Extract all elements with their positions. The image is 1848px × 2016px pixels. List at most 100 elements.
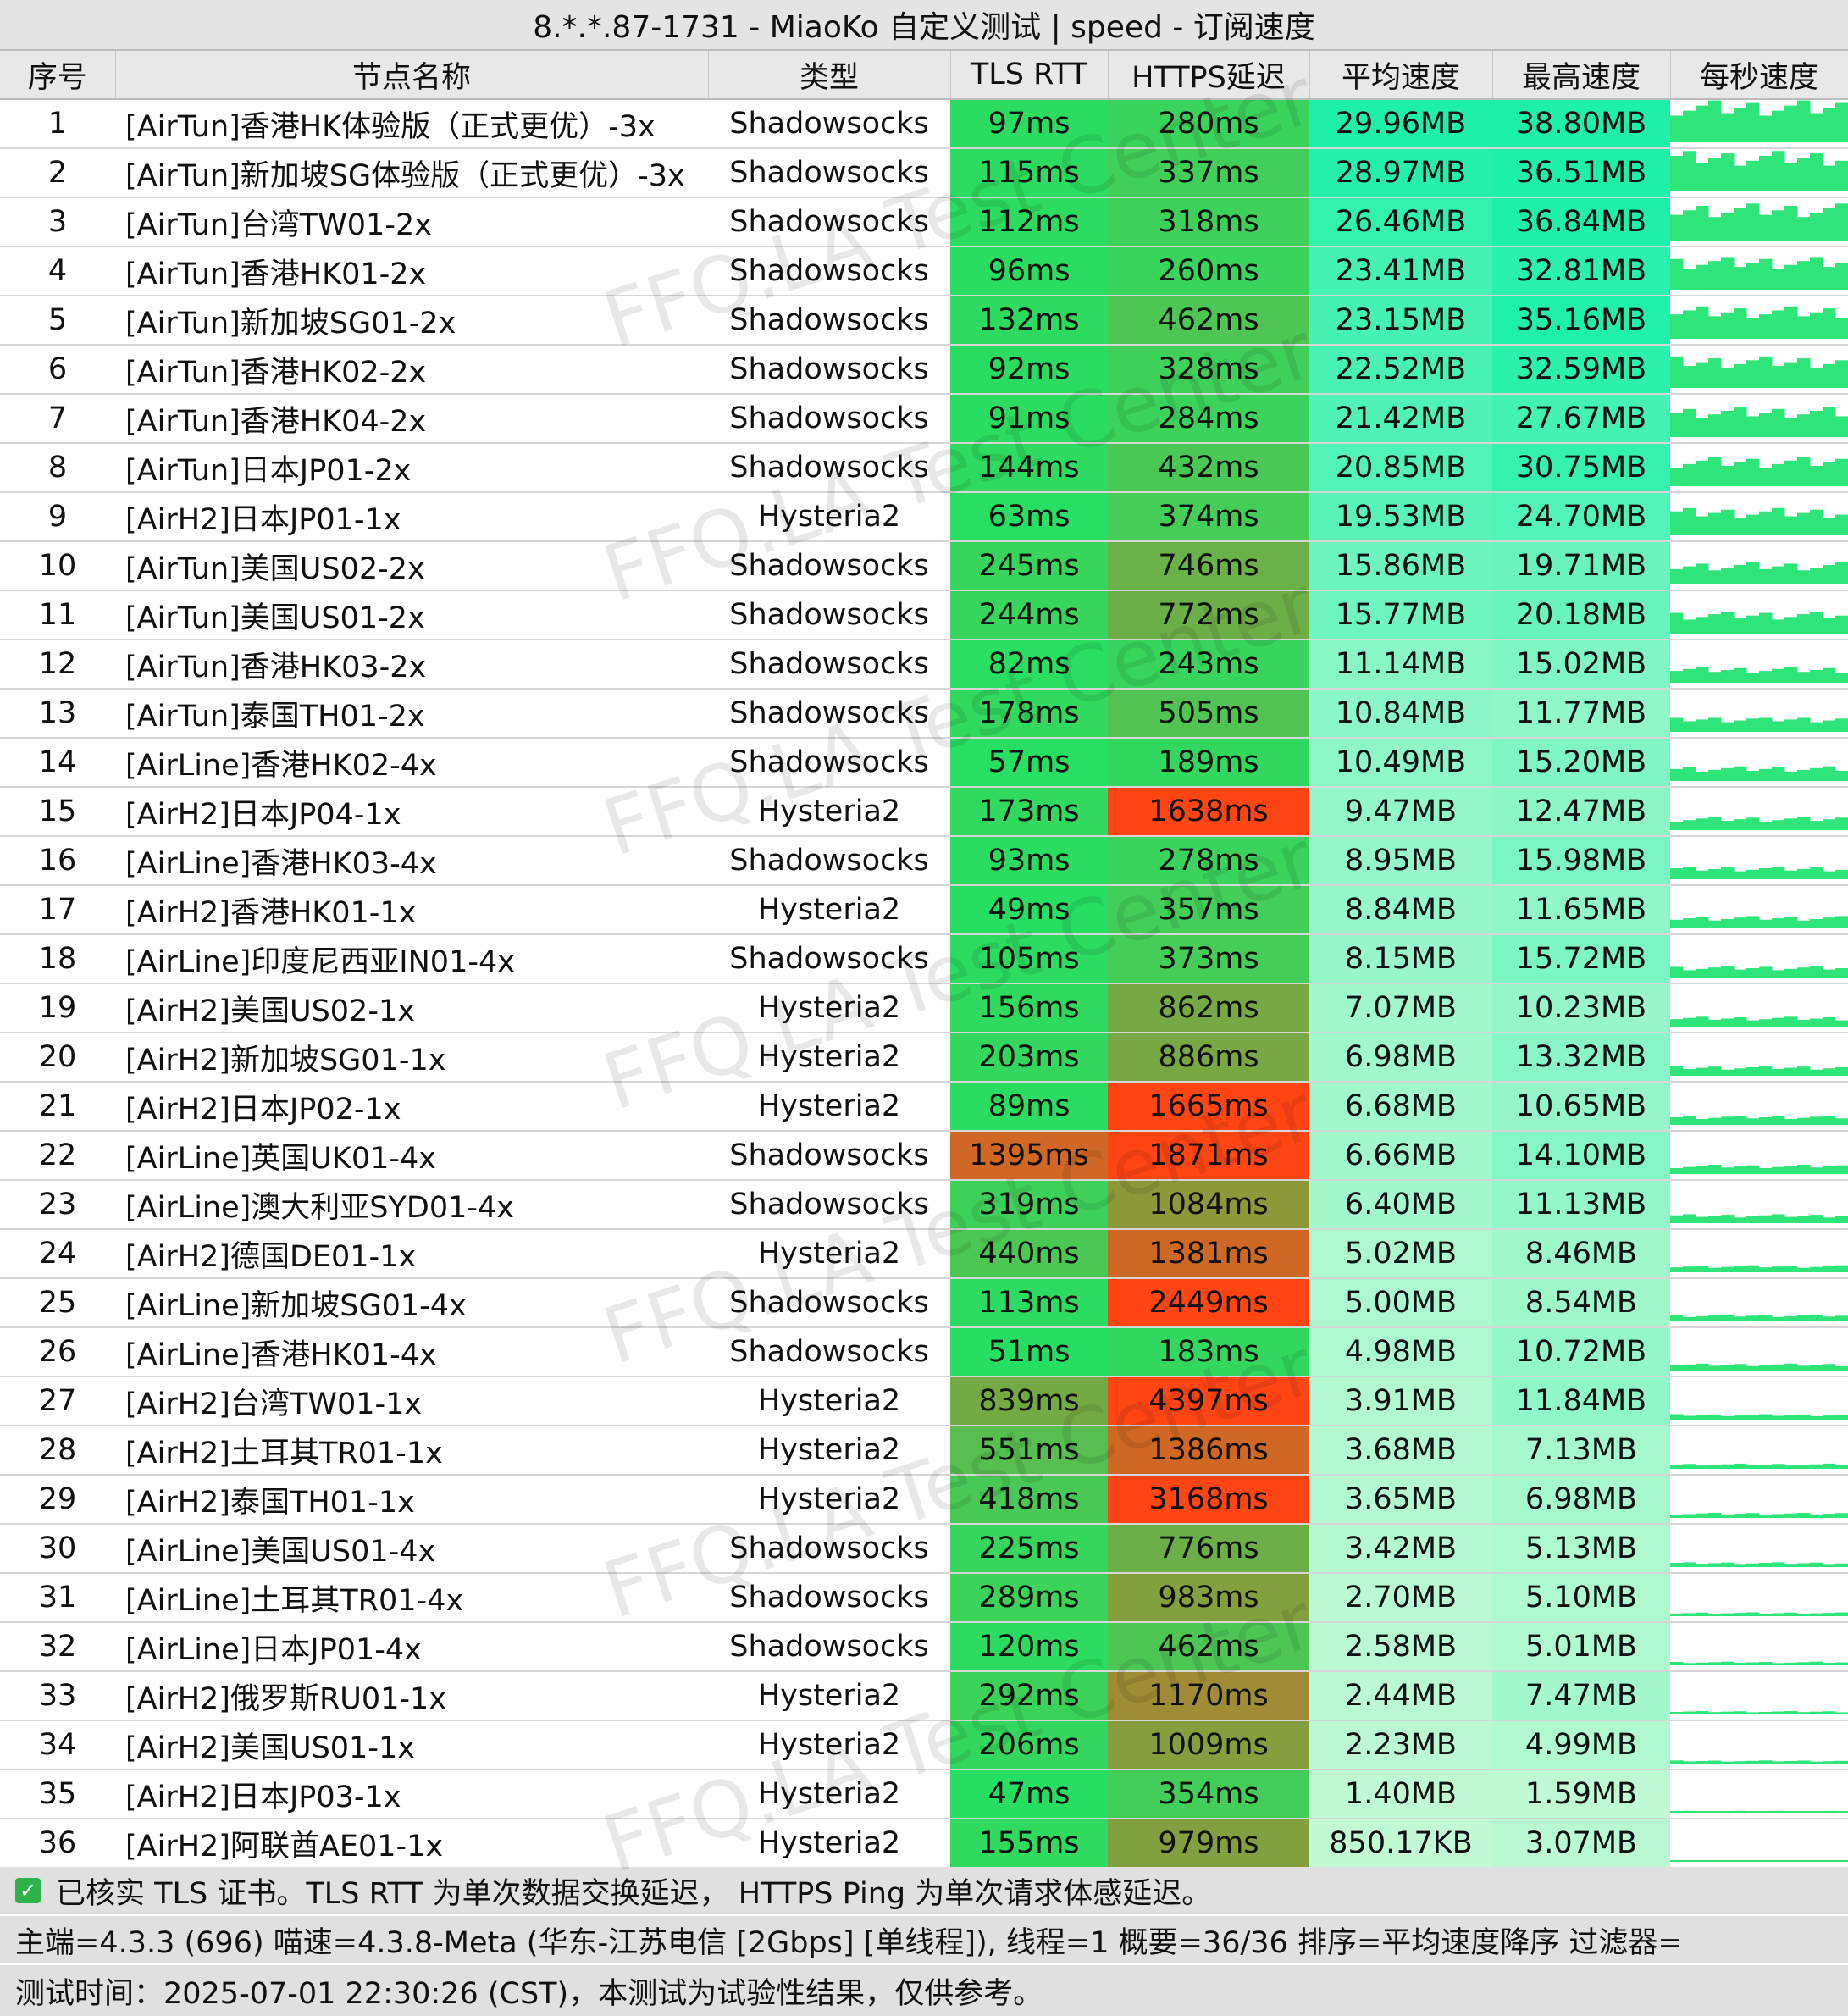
speed-sample-bar (1734, 1663, 1747, 1665)
speed-sample-bar (1823, 1415, 1836, 1420)
table-row[interactable]: 8 [AirTun]日本JP01-2x Shadowsocks 144ms 432ms 2… (0, 443, 1848, 493)
index-cell: 35 (0, 1770, 115, 1819)
avg-speed-cell: 2.58MB (1309, 1622, 1492, 1672)
table-row[interactable]: 13 [AirTun]泰国TH01-2x Shadowsocks 178ms 505ms… (0, 689, 1848, 739)
table-row[interactable]: 15 [AirH2]日本JP04-1x Hysteria2 173ms 1638ms 9.… (0, 787, 1848, 837)
table-row[interactable]: 2 [AirTun]新加坡SG体验版（正式更优）-3x Shadowsocks 115… (0, 148, 1848, 198)
header-per-second-speed[interactable]: 每秒速度 (1670, 51, 1848, 100)
speed-sparkline (1670, 1720, 1848, 1770)
node-name-cell: [AirTun]香港HK01-2x (115, 246, 708, 296)
table-row[interactable]: 19 [AirH2]美国US02-1x Hysteria2 156ms 862ms 7.0… (0, 983, 1848, 1033)
speed-sample-bar (1683, 1562, 1696, 1567)
header-index[interactable]: 序号 (0, 51, 116, 100)
speed-sample-bar (1746, 968, 1760, 978)
index-cell: 20 (0, 1033, 115, 1083)
table-row[interactable]: 16 [AirLine]香港HK03-4x Shadowsocks 93ms 278ms… (0, 836, 1848, 886)
speed-sample-bar (1734, 1415, 1747, 1420)
speed-sample-bar (1696, 667, 1709, 683)
speed-sample-bar (1772, 970, 1785, 978)
table-row[interactable]: 12 [AirTun]香港HK03-2x Shadowsocks 82ms 243ms 1… (0, 640, 1848, 690)
speed-sample-bar (1835, 916, 1848, 928)
table-row[interactable]: 33 [AirH2]俄罗斯RU01-1x Hysteria2 292ms 1170ms 2… (0, 1671, 1848, 1721)
table-row[interactable]: 11 [AirTun]美国US01-2x Shadowsocks 244ms 772ms… (0, 590, 1848, 640)
node-name-cell: [AirLine]印度尼西亚IN01-4x (115, 934, 708, 984)
speed-sample-bar (1835, 1216, 1848, 1223)
table-row[interactable]: 25 [AirLine]新加坡SG01-4x Shadowsocks 113ms 244… (0, 1278, 1848, 1328)
type-cell: Hysteria2 (708, 1819, 950, 1869)
https-delay-cell: 2449ms (1108, 1278, 1309, 1328)
https-delay-cell: 318ms (1108, 197, 1309, 247)
table-row[interactable]: 21 [AirH2]日本JP02-1x Hysteria2 89ms 1665ms 6.6… (0, 1082, 1848, 1132)
speed-sample-bar (1823, 1514, 1836, 1518)
speed-sample-bar (1810, 568, 1823, 584)
speed-sample-bar (1708, 1860, 1722, 1862)
speed-sample-bar (1670, 156, 1684, 191)
speed-sample-bar (1759, 1414, 1773, 1420)
speed-sample-bar (1696, 1016, 1709, 1027)
tls-rtt-cell: 319ms (950, 1180, 1108, 1230)
speed-sample-bar (1670, 1760, 1684, 1764)
table-row[interactable]: 28 [AirH2]土耳其TR01-1x Hysteria2 551ms 1386ms 3… (0, 1426, 1848, 1476)
table-row[interactable]: 26 [AirLine]香港HK01-4x Shadowsocks 51ms 183ms… (0, 1327, 1848, 1377)
max-speed-cell: 5.01MB (1492, 1622, 1670, 1672)
speed-sparkline (1670, 443, 1848, 493)
table-row[interactable]: 24 [AirH2]德国DE01-1x Hysteria2 440ms 1381ms 5.… (0, 1229, 1848, 1279)
table-row[interactable]: 22 [AirLine]英国UK01-4x Shadowsocks 1395ms 187… (0, 1131, 1848, 1181)
speed-sparkline (1670, 541, 1848, 591)
header-type[interactable]: 类型 (708, 51, 951, 100)
header-node-name[interactable]: 节点名称 (115, 51, 709, 100)
speed-sample-bar (1797, 1267, 1811, 1272)
table-row[interactable]: 18 [AirLine]印度尼西亚IN01-4x Shadowsocks 105ms 3… (0, 934, 1848, 984)
speed-sample-bar (1823, 208, 1836, 241)
table-row[interactable]: 1 [AirTun]香港HK体验版（正式更优）-3x Shadowsocks 97ms… (0, 99, 1848, 149)
table-row[interactable]: 32 [AirLine]日本JP01-4x Shadowsocks 120ms 462m… (0, 1622, 1848, 1672)
speed-sample-bar (1708, 100, 1722, 142)
header-max-speed[interactable]: 最高速度 (1492, 51, 1671, 100)
table-row[interactable]: 5 [AirTun]新加坡SG01-2x Shadowsocks 132ms 462ms… (0, 296, 1848, 346)
header-tls-rtt[interactable]: TLS RTT (950, 51, 1109, 100)
table-row[interactable]: 36 [AirH2]阿联酋AE01-1x Hysteria2 155ms 979ms 85… (0, 1819, 1848, 1869)
speed-sample-bar (1721, 1811, 1735, 1813)
speed-sample-bar (1759, 966, 1773, 978)
speed-sample-bar (1746, 1020, 1760, 1027)
table-row[interactable]: 3 [AirTun]台湾TW01-2x Shadowsocks 112ms 318ms 2… (0, 197, 1848, 247)
speed-sample-bar (1759, 511, 1773, 535)
speed-sample-bar (1810, 1116, 1823, 1125)
table-row[interactable]: 20 [AirH2]新加坡SG01-1x Hysteria2 203ms 886ms 6.… (0, 1033, 1848, 1083)
speed-sample-bar (1683, 1017, 1696, 1027)
speed-sample-bar (1772, 1562, 1785, 1567)
table-row[interactable]: 34 [AirH2]美国US01-1x Hysteria2 206ms 1009ms 2.… (0, 1720, 1848, 1770)
index-cell: 29 (0, 1475, 115, 1525)
speed-sample-bar (1734, 969, 1747, 978)
tls-rtt-cell: 63ms (950, 492, 1108, 542)
table-row[interactable]: 27 [AirH2]台湾TW01-1x Hysteria2 839ms 4397ms 3.… (0, 1376, 1848, 1426)
table-row[interactable]: 23 [AirLine]澳大利亚SYD01-4x Shadowsocks 319ms 1… (0, 1180, 1848, 1230)
speed-sample-bar (1708, 614, 1722, 634)
https-delay-cell: 505ms (1108, 689, 1309, 739)
table-row[interactable]: 31 [AirLine]土耳其TR01-4x Shadowsocks 289ms 983… (0, 1573, 1848, 1623)
table-row[interactable]: 17 [AirH2]香港HK01-1x Hysteria2 49ms 357ms 8.84… (0, 885, 1848, 935)
tls-rtt-cell: 92ms (950, 345, 1108, 395)
index-cell: 6 (0, 345, 115, 395)
table-row[interactable]: 7 [AirTun]香港HK04-2x Shadowsocks 91ms 284ms 21… (0, 394, 1848, 444)
avg-speed-cell: 8.15MB (1309, 934, 1492, 984)
speed-sample-bar (1734, 1217, 1747, 1223)
node-name-cell: [AirLine]日本JP01-4x (115, 1622, 708, 1672)
speed-sample-bar (1797, 217, 1811, 241)
table-row[interactable]: 14 [AirLine]香港HK02-4x Shadowsocks 57ms 189ms… (0, 738, 1848, 788)
table-row[interactable]: 4 [AirTun]香港HK01-2x Shadowsocks 96ms 260ms 23… (0, 246, 1848, 296)
speed-sample-bar (1670, 1117, 1684, 1125)
table-row[interactable]: 35 [AirH2]日本JP03-1x Hysteria2 47ms 354ms 1.40… (0, 1770, 1848, 1819)
header-https-delay[interactable]: HTTPS延迟 (1108, 51, 1310, 100)
table-row[interactable]: 29 [AirH2]泰国TH01-1x Hysteria2 418ms 3168ms 3.… (0, 1475, 1848, 1525)
speed-sample-bar (1784, 418, 1798, 437)
table-row[interactable]: 30 [AirLine]美国US01-4x Shadowsocks 225ms 776m… (0, 1524, 1848, 1574)
max-speed-cell: 13.32MB (1492, 1033, 1670, 1083)
table-row[interactable]: 6 [AirTun]香港HK02-2x Shadowsocks 92ms 328ms 22… (0, 345, 1848, 395)
table-row[interactable]: 9 [AirH2]日本JP01-1x Hysteria2 63ms 374ms 19.53… (0, 492, 1848, 542)
speed-sample-bar (1683, 867, 1696, 879)
header-avg-speed[interactable]: 平均速度 (1309, 51, 1493, 100)
speed-sample-bar (1772, 820, 1785, 830)
table-row[interactable]: 10 [AirTun]美国US02-2x Shadowsocks 245ms 746ms… (0, 541, 1848, 591)
type-cell: Shadowsocks (708, 246, 950, 296)
